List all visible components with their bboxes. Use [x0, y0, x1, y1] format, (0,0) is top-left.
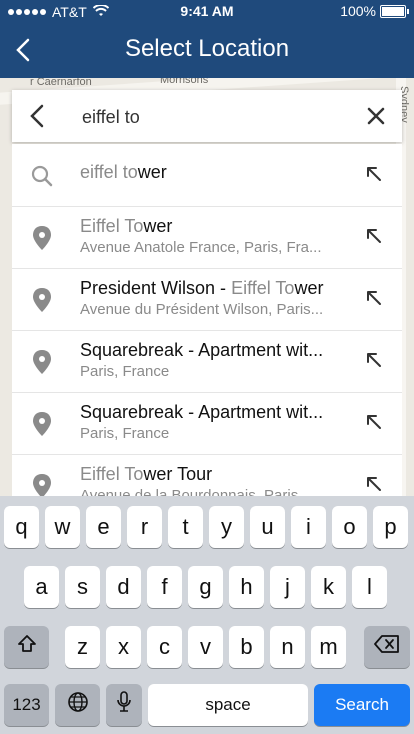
- fill-suggestion-arrow-icon[interactable]: [362, 224, 386, 248]
- result-text: President Wilson - Eiffel Tower Avenue d…: [80, 278, 350, 318]
- globe-key[interactable]: [55, 684, 100, 726]
- list-item[interactable]: Eiffel Tower Avenue Anatole France, Pari…: [12, 206, 402, 269]
- result-title: Squarebreak - Apartment wit...: [80, 402, 324, 422]
- list-item[interactable]: eiffel tower: [12, 144, 402, 207]
- result-title: eiffel tower: [80, 162, 167, 182]
- key-p[interactable]: p: [373, 506, 408, 548]
- key-l[interactable]: l: [352, 566, 387, 608]
- battery-percent: 100%: [340, 3, 376, 19]
- key-v[interactable]: v: [188, 626, 223, 668]
- shift-key[interactable]: [4, 626, 49, 668]
- microphone-key[interactable]: [106, 684, 142, 726]
- space-key[interactable]: space: [148, 684, 308, 726]
- battery-icon: [380, 4, 409, 18]
- close-icon[interactable]: [362, 102, 390, 130]
- top-bar: AT&T 9:41 AM 100% Select Location: [0, 0, 414, 78]
- key-r[interactable]: r: [127, 506, 162, 548]
- shift-icon: [16, 633, 38, 661]
- result-title: Eiffel Tower: [80, 216, 173, 236]
- delete-key[interactable]: [364, 626, 410, 668]
- key-h[interactable]: h: [229, 566, 264, 608]
- key-q[interactable]: q: [4, 506, 39, 548]
- key-t[interactable]: t: [168, 506, 203, 548]
- fill-suggestion-arrow-icon[interactable]: [362, 472, 386, 496]
- result-text: Eiffel Tower Avenue Anatole France, Pari…: [80, 216, 350, 256]
- key-w[interactable]: w: [45, 506, 80, 548]
- status-bar: AT&T 9:41 AM 100%: [0, 0, 414, 24]
- key-e[interactable]: e: [86, 506, 121, 548]
- result-subtitle: Avenue Anatole France, Paris, Fra...: [80, 239, 322, 256]
- numbers-key[interactable]: 123: [4, 684, 49, 726]
- result-subtitle: Paris, France: [80, 363, 170, 380]
- location-pin-icon: [30, 472, 54, 496]
- map-label: Morrisons: [160, 78, 209, 86]
- list-item[interactable]: Squarebreak - Apartment wit... Paris, Fr…: [12, 330, 402, 393]
- result-text: Squarebreak - Apartment wit... Paris, Fr…: [80, 340, 350, 380]
- results-list: eiffel tower Eiffel Tower Avenue Anatole…: [12, 144, 402, 496]
- location-pin-icon: [30, 224, 54, 252]
- list-item[interactable]: President Wilson - Eiffel Tower Avenue d…: [12, 268, 402, 331]
- key-o[interactable]: o: [332, 506, 367, 548]
- page-title: Select Location: [124, 35, 290, 62]
- list-item[interactable]: Eiffel Tower Tour Avenue de la Bourdonna…: [12, 454, 402, 496]
- backspace-icon: [374, 634, 400, 660]
- list-item[interactable]: Squarebreak - Apartment wit... Paris, Fr…: [12, 392, 402, 455]
- microphone-icon: [115, 690, 133, 720]
- result-title: President Wilson - Eiffel Tower: [80, 278, 324, 298]
- result-title: Eiffel Tower Tour: [80, 464, 213, 484]
- status-right: 100%: [340, 3, 409, 19]
- location-pin-icon: [30, 348, 54, 376]
- location-pin-icon: [30, 286, 54, 314]
- location-pin-icon: [30, 410, 54, 438]
- fill-suggestion-arrow-icon[interactable]: [362, 162, 386, 186]
- result-subtitle: Avenue du Président Wilson, Paris...: [80, 301, 324, 318]
- key-s[interactable]: s: [65, 566, 100, 608]
- map-label: r Caernarfon: [30, 78, 92, 88]
- key-n[interactable]: n: [270, 626, 305, 668]
- key-k[interactable]: k: [311, 566, 346, 608]
- result-title: Squarebreak - Apartment wit...: [80, 340, 324, 360]
- keyboard: q w e r t y u i o p a s d f g h j k l z …: [0, 496, 414, 734]
- key-u[interactable]: u: [250, 506, 285, 548]
- key-a[interactable]: a: [24, 566, 59, 608]
- result-text: Eiffel Tower Tour Avenue de la Bourdonna…: [80, 464, 350, 496]
- key-x[interactable]: x: [106, 626, 141, 668]
- search-icon: [30, 162, 54, 190]
- key-z[interactable]: z: [65, 626, 100, 668]
- key-f[interactable]: f: [147, 566, 182, 608]
- back-arrow-icon[interactable]: [24, 102, 52, 130]
- nav-bar: Select Location: [0, 24, 414, 76]
- result-subtitle: Avenue de la Bourdonnais, Paris...: [80, 487, 311, 496]
- globe-icon: [67, 691, 89, 719]
- key-m[interactable]: m: [311, 626, 346, 668]
- result-text: Squarebreak - Apartment wit... Paris, Fr…: [80, 402, 350, 442]
- result-subtitle: Paris, France: [80, 425, 170, 442]
- key-j[interactable]: j: [270, 566, 305, 608]
- key-c[interactable]: c: [147, 626, 182, 668]
- fill-suggestion-arrow-icon[interactable]: [362, 286, 386, 310]
- fill-suggestion-arrow-icon[interactable]: [362, 348, 386, 372]
- key-y[interactable]: y: [209, 506, 244, 548]
- key-b[interactable]: b: [229, 626, 264, 668]
- fill-suggestion-arrow-icon[interactable]: [362, 410, 386, 434]
- search-input[interactable]: [80, 102, 354, 132]
- key-g[interactable]: g: [188, 566, 223, 608]
- result-text: eiffel tower: [80, 162, 350, 183]
- key-d[interactable]: d: [106, 566, 141, 608]
- search-box: [12, 90, 402, 142]
- search-key[interactable]: Search: [314, 684, 410, 726]
- key-i[interactable]: i: [291, 506, 326, 548]
